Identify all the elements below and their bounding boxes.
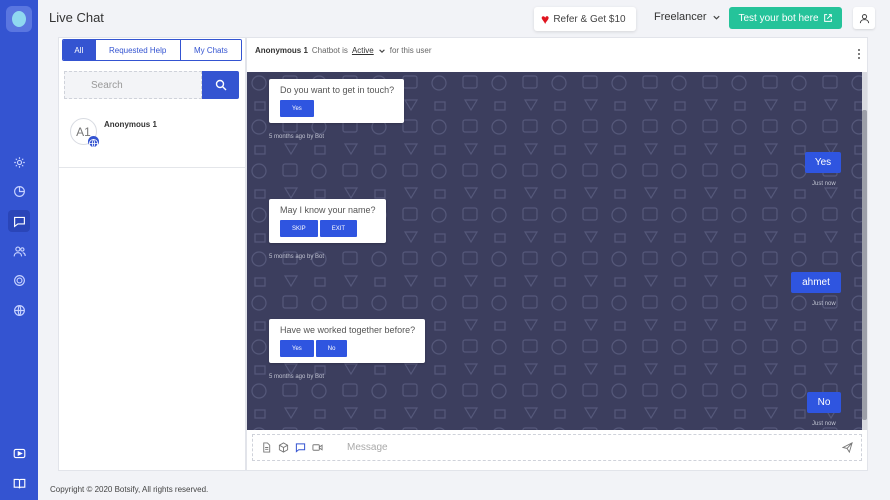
user-message: No [807, 392, 841, 413]
bot-question: Have we worked together before? [280, 325, 416, 335]
globe-icon[interactable] [8, 299, 30, 321]
conversation-panel: Anonymous 1 Chatbot is Active for this u… [246, 37, 868, 471]
workspace-label: Freelancer [654, 11, 707, 23]
test-bot-label: Test your bot here [738, 12, 819, 24]
chevron-down-icon[interactable] [378, 47, 386, 55]
message-timestamp: Just now [812, 181, 836, 187]
message-timestamp: Just now [812, 301, 836, 307]
botsify-logo[interactable] [6, 6, 32, 32]
video-icon[interactable] [8, 442, 30, 464]
page-title: Live Chat [49, 10, 104, 25]
external-link-icon [823, 14, 832, 22]
bot-message: Do you want to get in touch? Yes [269, 79, 405, 123]
refer-button[interactable]: ♥ Refer & Get $10 [534, 7, 636, 31]
test-bot-button[interactable]: Test your bot here [729, 7, 842, 29]
send-icon[interactable] [842, 442, 853, 453]
user-message: Yes [805, 152, 841, 173]
left-rail [0, 0, 38, 500]
user-menu-button[interactable] [853, 7, 875, 29]
workspace-dropdown[interactable]: Freelancer [654, 11, 721, 23]
chevron-down-icon [712, 15, 720, 20]
quick-reply-button[interactable]: Yes [280, 340, 314, 357]
top-bar: Live Chat ♥ Refer & Get $10 Freelancer T… [38, 0, 890, 36]
search-input[interactable]: Search [64, 71, 202, 99]
quick-reply-button[interactable]: EXIT [319, 220, 358, 237]
tab-requested-help[interactable]: Requested Help [95, 40, 181, 60]
quick-reply-button[interactable]: SKIP [280, 220, 318, 237]
user-icon [859, 13, 869, 23]
analytics-icon[interactable] [8, 180, 30, 202]
message-timestamp: 5 months ago by Bot [269, 134, 325, 140]
search-bar: Search [64, 71, 240, 99]
conversation-header: Anonymous 1 Chatbot is Active for this u… [255, 46, 432, 55]
chat-user-name: Anonymous 1 [104, 120, 157, 129]
chat-icon[interactable] [8, 210, 30, 232]
chat-bubble-icon[interactable] [295, 442, 306, 453]
message-timestamp: 5 months ago by Bot [269, 374, 325, 380]
chat-background-pattern [247, 72, 867, 430]
bot-question: May I know your name? [280, 205, 376, 215]
chat-messages-area[interactable]: Do you want to get in touch? Yes 5 month… [247, 72, 867, 430]
bot-message: May I know your name? SKIP EXIT [269, 199, 386, 243]
conversation-user: Anonymous 1 [255, 46, 308, 55]
document-icon[interactable] [261, 442, 272, 453]
book-icon[interactable] [8, 472, 30, 494]
chatbot-label: Chatbot is [311, 46, 348, 55]
bot-question: Do you want to get in touch? [280, 85, 395, 95]
video-camera-icon[interactable] [312, 442, 323, 453]
more-options-icon[interactable] [858, 48, 862, 61]
message-timestamp: 5 months ago by Bot [269, 254, 325, 260]
quick-reply-button[interactable]: No [315, 340, 348, 357]
search-icon [215, 79, 226, 91]
tab-all[interactable]: All [63, 40, 96, 60]
integrations-icon[interactable] [8, 269, 30, 291]
list-item[interactable]: A1 Anonymous 1 [59, 108, 245, 168]
message-timestamp: Just now [812, 421, 836, 427]
heart-icon: ♥ [541, 11, 550, 27]
chatbot-status-dropdown[interactable]: Active [352, 46, 374, 55]
chat-filter-tabs: All Requested Help My Chats [62, 39, 242, 61]
quick-reply-button[interactable]: Yes [280, 100, 314, 117]
cube-icon[interactable] [278, 442, 289, 453]
search-button[interactable] [202, 71, 239, 99]
refer-label: Refer & Get $10 [553, 13, 626, 25]
message-input[interactable]: Message [347, 442, 836, 453]
settings-icon[interactable] [8, 151, 30, 173]
chat-list-panel: All Requested Help My Chats Search A1 An… [58, 37, 246, 471]
chatbot-suffix: for this user [389, 46, 432, 55]
users-icon[interactable] [8, 240, 30, 262]
tab-my-chats[interactable]: My Chats [180, 40, 241, 60]
footer-copyright: Copyright © 2020 Botsify, All rights res… [50, 485, 209, 494]
message-composer: Message [252, 434, 862, 461]
user-message: ahmet [791, 272, 841, 293]
bot-message: Have we worked together before? Yes No [269, 319, 426, 363]
globe-icon [88, 136, 99, 149]
scrollbar-thumb[interactable] [862, 110, 867, 420]
